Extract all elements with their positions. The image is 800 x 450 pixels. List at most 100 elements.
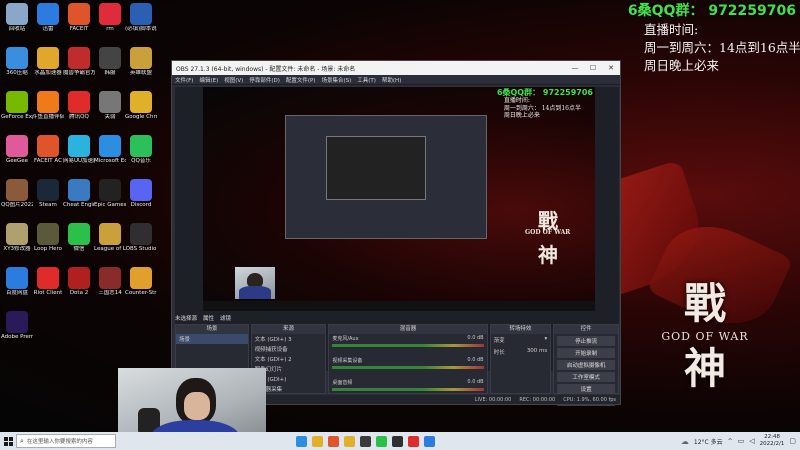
desktop-icon[interactable]: FACEIT AC bbox=[32, 135, 64, 165]
start-button[interactable] bbox=[0, 432, 16, 450]
desktop-icon-label: FACEIT AC bbox=[34, 158, 62, 164]
desktop-icon[interactable]: FACEIT bbox=[63, 3, 95, 33]
steam-icon[interactable] bbox=[360, 435, 371, 447]
obs-control-button[interactable]: 开始录制 bbox=[557, 348, 615, 358]
obs-menu-item[interactable]: 编辑(E) bbox=[199, 76, 218, 84]
faceit-icon[interactable] bbox=[328, 435, 339, 447]
obs-control-button[interactable]: 启动虚拟摄像机 bbox=[557, 360, 615, 370]
mixer-track-db: 0.0 dB bbox=[467, 357, 484, 363]
desktop-icon[interactable]: Counter-Strike Global Off... bbox=[125, 267, 157, 297]
duration-row[interactable]: 时长 300 ms bbox=[491, 346, 551, 358]
desktop-icon[interactable]: 韩服 bbox=[94, 47, 126, 77]
desktop-icon[interactable]: 微信 bbox=[63, 223, 95, 253]
dota-icon bbox=[68, 267, 90, 289]
obs-control-button[interactable]: 停止推流 bbox=[557, 336, 615, 346]
chevron-up-icon[interactable]: ^ bbox=[728, 438, 733, 445]
obs-menu-item[interactable]: 工具(T) bbox=[357, 76, 376, 84]
desktop-icon[interactable]: 英雄联盟 bbox=[125, 47, 157, 77]
obs-window[interactable]: OBS 27.1.3 (64-bit, windows) - 配置文件: 未命名… bbox=[171, 60, 621, 406]
qq-icon[interactable] bbox=[424, 435, 435, 447]
obs-menu-item[interactable]: 场景集合(S) bbox=[321, 76, 351, 84]
taskbar: ⌕ 在这里输入你要搜索的内容 ☁ 12°C 多云 ^ ▭ ◁ 22:48 202… bbox=[0, 432, 800, 450]
transition-select[interactable]: 渐变 ▾ bbox=[491, 334, 551, 346]
filters-button[interactable]: 滤镜 bbox=[220, 314, 231, 322]
mixer-track[interactable]: 视频采集设备 0.0 dB bbox=[329, 356, 486, 378]
chrome-icon[interactable] bbox=[344, 435, 355, 447]
desktop-icon[interactable]: GeeGee bbox=[1, 135, 33, 165]
minimize-icon[interactable]: — bbox=[566, 64, 584, 72]
taskbar-clock[interactable]: 22:48 2022/2/1 bbox=[760, 434, 785, 448]
edge-icon[interactable] bbox=[296, 435, 307, 447]
riot-icon[interactable] bbox=[408, 435, 419, 447]
desktop-icon[interactable]: Discord bbox=[125, 179, 157, 209]
obs-menu-item[interactable]: 配置文件(P) bbox=[286, 76, 316, 84]
wechat-icon[interactable] bbox=[376, 435, 387, 447]
desktop-icon[interactable]: Google Chrome bbox=[125, 91, 157, 121]
desktop-icon[interactable]: Epic Games Launcher bbox=[94, 179, 126, 209]
scene-item[interactable]: 场景 bbox=[176, 334, 248, 344]
file-explorer-icon[interactable] bbox=[312, 435, 323, 447]
desktop-icon-label: 水晶加速器 bbox=[34, 70, 62, 76]
qq-icon bbox=[68, 91, 90, 113]
controls-dock-title: 控件 bbox=[554, 325, 618, 334]
desktop-icon[interactable]: Riot Client bbox=[32, 267, 64, 297]
weather-text[interactable]: 12°C 多云 bbox=[694, 437, 723, 446]
obs-menu-item[interactable]: 视图(V) bbox=[224, 76, 243, 84]
desktop-icon[interactable]: 腾讯QQ bbox=[63, 91, 95, 121]
desktop-icon[interactable]: GeForce Experience bbox=[1, 91, 33, 121]
desktop-icon[interactable]: Dota 2 bbox=[63, 267, 95, 297]
volume-icon[interactable]: ◁ bbox=[749, 437, 754, 445]
desktop-icon[interactable]: 360压缩 bbox=[1, 47, 33, 77]
desktop-icon[interactable]: 迅雷 bbox=[32, 3, 64, 33]
desktop-icon[interactable]: Cheat Engine bbox=[63, 179, 95, 209]
obs-control-button[interactable]: 工作室模式 bbox=[557, 372, 615, 382]
obs-menu-item[interactable]: 停靠部件(D) bbox=[249, 76, 280, 84]
desktop-icon[interactable]: Steam bbox=[32, 179, 64, 209]
desktop-icon[interactable]: QQ图片20220705... bbox=[1, 179, 33, 209]
obs-titlebar[interactable]: OBS 27.1.3 (64-bit, windows) - 配置文件: 未命名… bbox=[172, 61, 620, 75]
mixer-track[interactable]: 麦克风/Aux 0.0 dB bbox=[329, 334, 486, 356]
desktop-icon[interactable]: QQ音乐 bbox=[125, 135, 157, 165]
desktop-icon[interactable]: 回收站 bbox=[1, 3, 33, 33]
desktop-icon[interactable]: 网易UU加速器 bbox=[63, 135, 95, 165]
desktop-icon[interactable]: 水晶加速器 bbox=[32, 47, 64, 77]
source-item[interactable]: 视频捕获设备 bbox=[252, 344, 326, 354]
desktop-icon[interactable]: OBS Studio bbox=[125, 223, 157, 253]
notification-icon[interactable]: ▢ bbox=[789, 437, 796, 445]
premiere-icon bbox=[6, 311, 28, 333]
source-item[interactable]: 文本 (GDI+) 3 bbox=[252, 334, 326, 344]
desktop-icon[interactable]: 关弱 bbox=[94, 91, 126, 121]
desktop-icon-label: Cheat Engine bbox=[63, 202, 95, 208]
preview-schedule-line: 周日晚上必来 bbox=[503, 112, 540, 119]
desktop-icon[interactable]: (必填)脚本说明 bbox=[125, 3, 157, 33]
word-doc-icon bbox=[130, 3, 152, 25]
obs-menu-item[interactable]: 文件(F) bbox=[175, 76, 193, 84]
desktop-icon[interactable]: 斗鱼直播伴侣 bbox=[32, 91, 64, 121]
desktop-icon[interactable]: XY3修改器 bbox=[1, 223, 33, 253]
desktop-icon-label: 英雄联盟 bbox=[129, 70, 152, 76]
desktop-icon[interactable]: 百度网盘 bbox=[1, 267, 33, 297]
obs-icon[interactable] bbox=[392, 435, 403, 447]
properties-button[interactable]: 属性 bbox=[203, 314, 214, 322]
sanguo-icon bbox=[99, 267, 121, 289]
no-source-label: 未选择源 bbox=[175, 316, 198, 322]
close-icon[interactable]: ✕ bbox=[602, 64, 620, 72]
desktop-icon[interactable]: 魔兽争霸官方对战平台 bbox=[63, 47, 95, 77]
desktop-icon[interactable]: Adobe Premie... bbox=[1, 311, 33, 341]
maximize-icon[interactable]: ☐ bbox=[584, 64, 602, 72]
obs-control-button[interactable]: 设置 bbox=[557, 384, 615, 394]
network-icon[interactable]: ▭ bbox=[738, 437, 745, 445]
obs-menu-item[interactable]: 帮助(H) bbox=[382, 76, 401, 84]
desktop-icon-label: Discord bbox=[130, 202, 152, 208]
desktop-icon[interactable]: League of Legends bbox=[94, 223, 126, 253]
desktop-icon[interactable]: Loop Hero bbox=[32, 223, 64, 253]
stream-overlay: 6桑QQ群： 972259706 直播时间: 周一到周六：14点到16点半 周日… bbox=[626, 0, 800, 74]
recycle-bin-icon bbox=[6, 3, 28, 25]
uu-icon bbox=[68, 135, 90, 157]
desktop-icon-label: 网易UU加速器 bbox=[63, 158, 95, 164]
desktop-icon[interactable]: rm bbox=[94, 3, 126, 33]
desktop-icon[interactable]: 三国志14 bbox=[94, 267, 126, 297]
desktop-icon[interactable]: Microsoft Edge bbox=[94, 135, 126, 165]
taskbar-search-input[interactable]: ⌕ 在这里输入你要搜索的内容 bbox=[16, 434, 116, 448]
source-item[interactable]: 文本 (GDI+) 2 bbox=[252, 354, 326, 364]
